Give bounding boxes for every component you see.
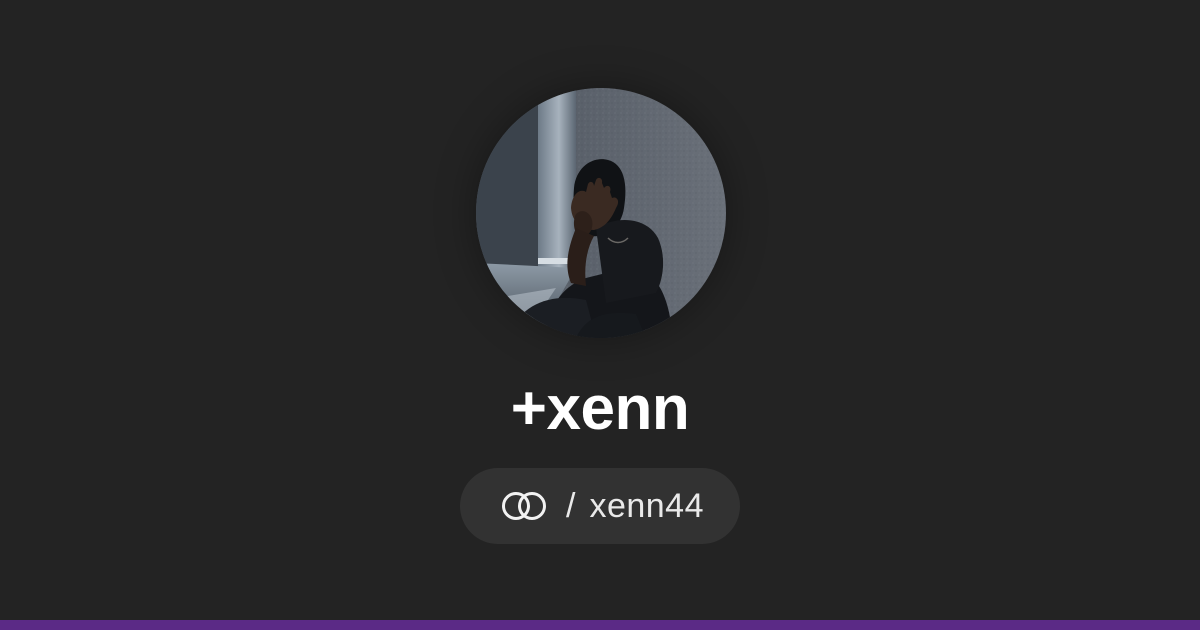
handle-text: xenn44 (589, 487, 704, 525)
profile-card: +xenn / xenn44 (0, 0, 1200, 620)
accent-bar (0, 620, 1200, 630)
avatar (476, 88, 726, 338)
linked-rings-icon (496, 489, 552, 523)
avatar-photo (476, 88, 726, 338)
handle-link-button[interactable]: / xenn44 (460, 468, 740, 544)
display-name: +xenn (510, 374, 690, 443)
handle-separator: / (566, 487, 576, 525)
